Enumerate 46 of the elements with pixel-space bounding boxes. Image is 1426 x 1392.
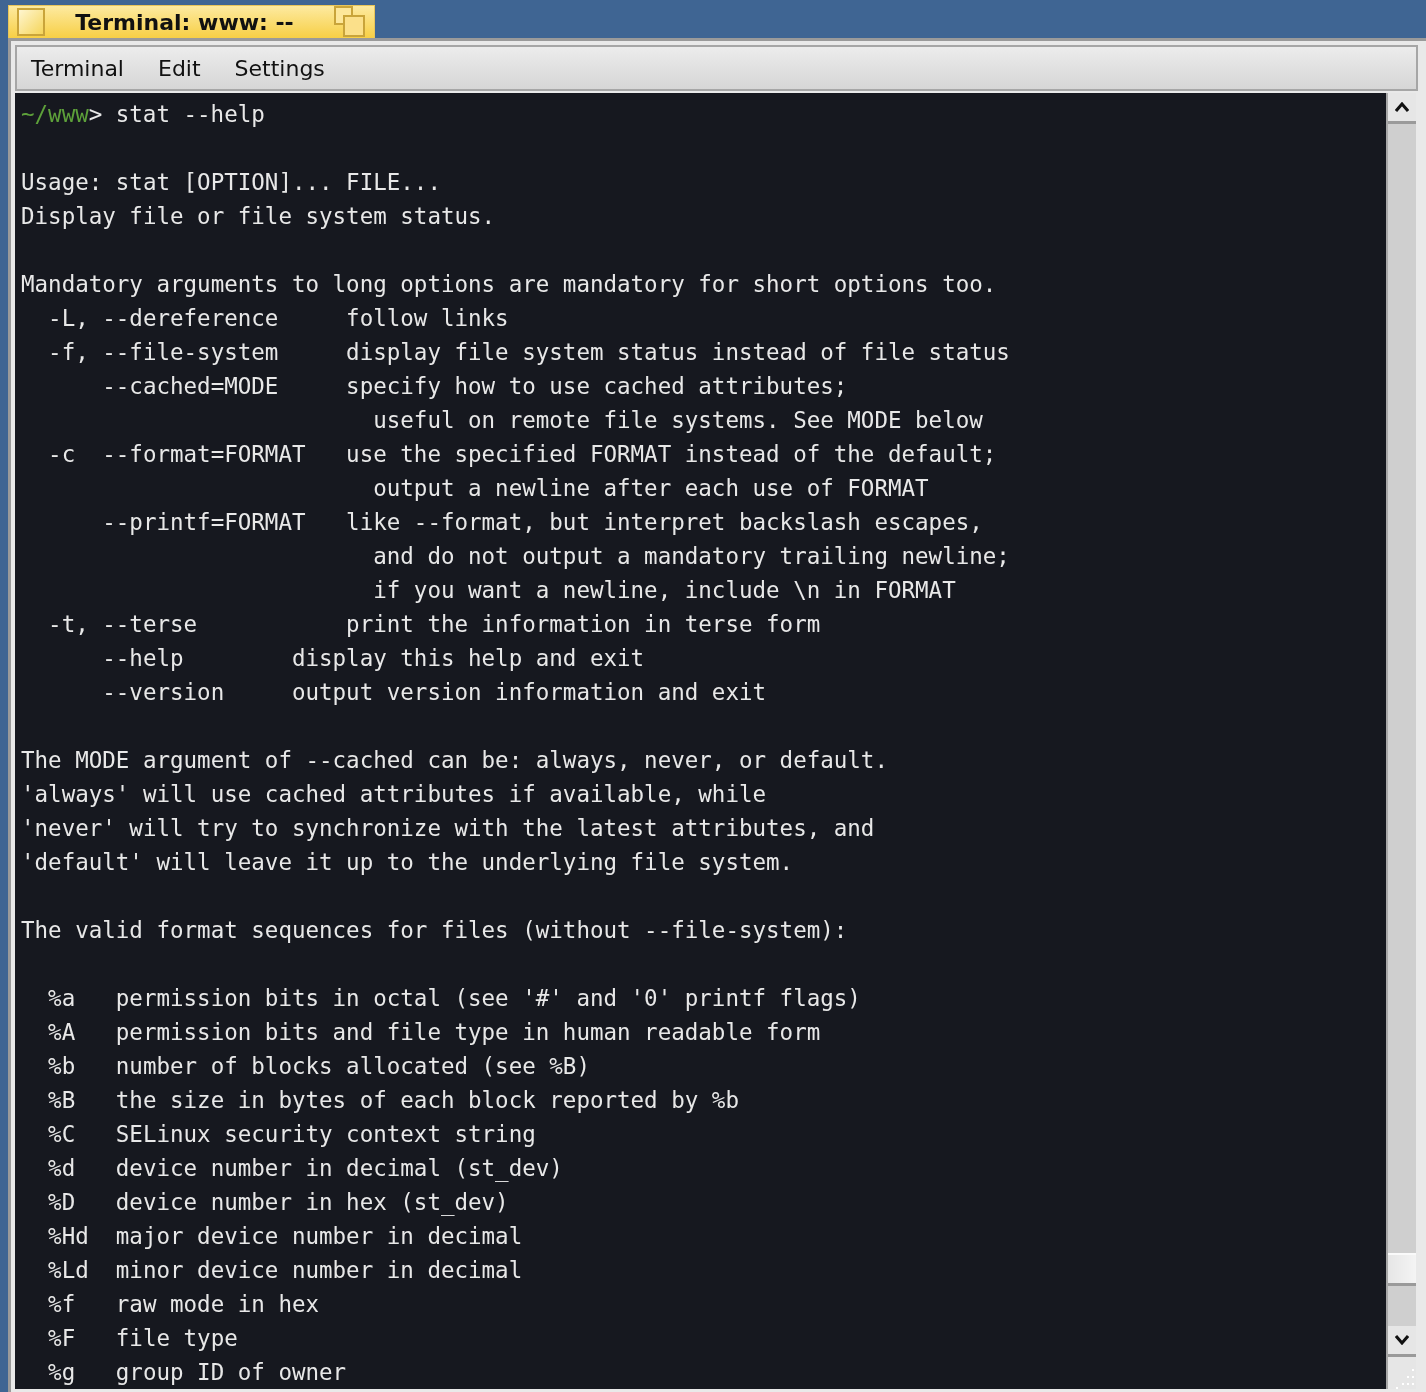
scroll-up-button[interactable] bbox=[1388, 93, 1416, 124]
prompt-path: ~/www bbox=[21, 101, 89, 127]
output-line: 'always' will use cached attributes if available, while bbox=[21, 781, 767, 807]
output-line: %C SELinux security context string bbox=[47, 1121, 536, 1147]
output-line: %f raw mode in hex bbox=[47, 1291, 319, 1317]
output-line: %Ld minor device number in decimal bbox=[47, 1257, 523, 1283]
window-title: Terminal: www: -- bbox=[74, 9, 295, 35]
output-line: -L, --dereference follow links bbox=[47, 305, 509, 331]
output-line: %g group ID of owner bbox=[47, 1359, 347, 1385]
output-line: and do not output a mandatory trailing newline; bbox=[372, 543, 1010, 569]
output-line: %D device number in hex (st_dev) bbox=[47, 1189, 509, 1215]
output-line: --help display this help and exit bbox=[101, 645, 645, 671]
output-line: -c --format=FORMAT use the specified FORMAT instead of the default; bbox=[47, 441, 997, 467]
output-line: %a permission bits in octal (see '#' and '0' printf flags) bbox=[47, 985, 861, 1011]
output-line: 'default' will leave it up to the underlying file system. bbox=[21, 849, 794, 875]
resize-grip-icon[interactable] bbox=[1394, 1367, 1416, 1389]
output-line: The valid format sequences for files (without --file-system): bbox=[21, 917, 848, 943]
output-line: 'never' will try to synchronize with the latest attributes, and bbox=[21, 815, 875, 841]
prompt-symbol: > bbox=[88, 101, 103, 127]
output-line: Mandatory arguments to long options are mandatory for short options too. bbox=[21, 271, 997, 297]
output-line: if you want a newline, include \n in FORMAT bbox=[372, 577, 956, 603]
output-line: %B the size in bytes of each block reported by %b bbox=[47, 1087, 739, 1113]
output-line: Usage: stat [OPTION]... FILE... bbox=[21, 169, 441, 195]
window-menu-icon[interactable] bbox=[17, 8, 45, 36]
output-line: useful on remote file systems. See MODE below bbox=[372, 407, 983, 433]
menu-item[interactable]: Edit bbox=[158, 55, 201, 81]
menu-item[interactable]: Settings bbox=[234, 55, 325, 81]
output-line: Display file or file system status. bbox=[21, 203, 496, 229]
output-line: %Hd major device number in decimal bbox=[47, 1223, 523, 1249]
output-line: --cached=MODE specify how to use cached attributes; bbox=[101, 373, 848, 399]
output-line: %F file type bbox=[47, 1325, 238, 1351]
scrollbar[interactable] bbox=[1386, 93, 1416, 1389]
command-text: stat --help bbox=[115, 101, 265, 127]
output-line: %A permission bits and file type in human readable form bbox=[47, 1019, 821, 1045]
scroll-down-button[interactable] bbox=[1388, 1326, 1416, 1357]
restore-icon[interactable] bbox=[334, 6, 366, 38]
scroll-thumb[interactable] bbox=[1388, 1253, 1416, 1286]
output-line: output a newline after each use of FORMAT bbox=[372, 475, 929, 501]
output-line: %b number of blocks allocated (see %B) bbox=[47, 1053, 590, 1079]
output-line: -t, --terse print the information in terse form bbox=[47, 611, 821, 637]
menu-item[interactable]: Terminal bbox=[31, 55, 124, 81]
output-line: -f, --file-system display file system status instead of file status bbox=[47, 339, 1010, 365]
output-line: The MODE argument of --cached can be: always, never, or default. bbox=[21, 747, 888, 773]
output-line: --printf=FORMAT like --format, but interpret backslash escapes, bbox=[101, 509, 983, 535]
output-line: --version output version information and exit bbox=[101, 679, 767, 705]
output-line: %d device number in decimal (st_dev) bbox=[47, 1155, 563, 1181]
